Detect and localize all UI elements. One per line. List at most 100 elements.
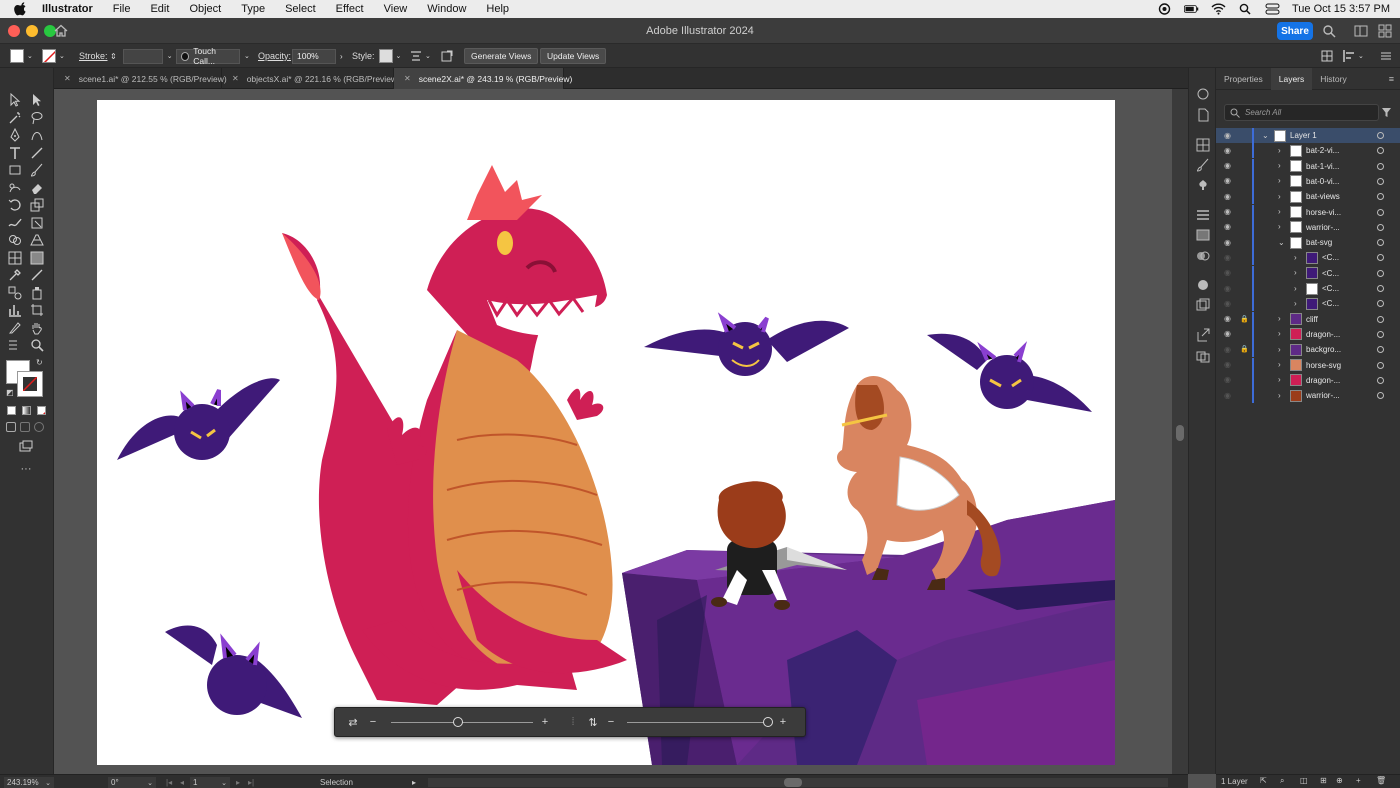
update-views-button[interactable]: Update Views (540, 48, 607, 64)
tab-layers[interactable]: Layers (1270, 67, 1313, 90)
rotate-tool-icon[interactable] (7, 197, 23, 213)
tab-scene2x[interactable]: ✕ scene2X.ai* @ 243.19 % (RGB/Preview) (394, 68, 572, 89)
lock-toggle[interactable] (1240, 299, 1248, 308)
expand-chevron-icon[interactable]: › (1278, 222, 1286, 232)
previous-artboard-button[interactable]: ◂ (180, 777, 184, 788)
visibility-eye-icon[interactable]: ◉ (1224, 238, 1234, 248)
fill-swatch[interactable] (10, 49, 24, 63)
draw-behind-icon[interactable] (20, 422, 30, 432)
target-circle-icon[interactable] (1377, 208, 1384, 216)
menu-select[interactable]: Select (285, 3, 316, 15)
lock-toggle[interactable] (1240, 269, 1248, 278)
menu-view[interactable]: View (384, 3, 408, 15)
lock-toggle[interactable] (1240, 131, 1248, 140)
zoom-dropdown-icon[interactable]: ⌄ (45, 779, 51, 787)
layer-row[interactable]: ◉ 🔒 › backgro... (1216, 342, 1400, 358)
edit-toolbar-icon[interactable] (7, 337, 23, 353)
layer-name[interactable]: horse-vi... (1306, 208, 1341, 217)
share-button[interactable]: Share (1277, 22, 1313, 40)
visibility-eye-icon[interactable]: ◉ (1224, 375, 1234, 385)
collapse-chevron-icon[interactable]: ⌄ (1262, 131, 1270, 141)
home-icon[interactable] (54, 24, 68, 38)
swap-views-icon[interactable]: ⇅ (587, 715, 599, 729)
draw-normal-icon[interactable] (6, 422, 16, 432)
artboards-icon[interactable] (1196, 349, 1210, 363)
layer-row[interactable]: ◉ › warrior-... (1216, 388, 1400, 404)
layer-name[interactable]: warrior-... (1306, 223, 1340, 232)
curvature-tool-icon[interactable] (29, 127, 45, 143)
expand-chevron-icon[interactable]: › (1294, 299, 1302, 309)
target-circle-icon[interactable] (1377, 269, 1384, 277)
lock-toggle[interactable] (1240, 238, 1248, 247)
status-menu-arrow[interactable]: ▸ (412, 777, 416, 788)
visibility-eye-icon[interactable]: ◉ (1224, 176, 1234, 186)
app-menu[interactable]: Illustrator (42, 3, 93, 15)
magic-wand-tool-icon[interactable] (7, 110, 23, 126)
bat-artwork-3[interactable] (927, 333, 1092, 412)
visibility-eye-icon[interactable]: ◉ (1224, 345, 1234, 355)
zoom-tool-icon[interactable] (29, 337, 45, 353)
last-artboard-button[interactable]: ▸| (248, 777, 254, 788)
lasso-tool-icon[interactable] (29, 110, 45, 126)
opacity-chevron-icon[interactable]: › (340, 52, 343, 61)
angle-slider-knob[interactable] (763, 717, 773, 727)
arrange-documents-icon[interactable] (1378, 24, 1392, 38)
layer-name[interactable]: bat-views (1306, 192, 1340, 201)
angle-slider-track[interactable] (627, 722, 767, 723)
battery-icon[interactable] (1183, 3, 1199, 15)
brush-dropdown-icon[interactable]: ⌄ (244, 52, 250, 60)
horizontal-scroll-thumb[interactable] (784, 778, 802, 787)
transparency-icon[interactable] (1196, 249, 1210, 263)
style-dropdown-icon[interactable]: ⌄ (396, 52, 402, 60)
artboard-dropdown-icon[interactable]: ⌄ (221, 779, 227, 787)
spotlight-search-icon[interactable] (1238, 3, 1253, 15)
layer-row[interactable]: ◉ › <C... (1216, 265, 1400, 281)
free-transform-tool-icon[interactable] (29, 215, 45, 231)
menu-window[interactable]: Window (427, 3, 466, 15)
visibility-eye-icon[interactable]: ◉ (1224, 253, 1234, 263)
visibility-eye-icon[interactable]: ◉ (1224, 268, 1234, 278)
eyedropper-tool-icon[interactable] (7, 267, 23, 283)
expand-chevron-icon[interactable]: › (1278, 345, 1286, 355)
layer-name[interactable]: bat-2-vi... (1306, 146, 1339, 155)
layer-row[interactable]: ◉ › dragon-... (1216, 326, 1400, 342)
target-circle-icon[interactable] (1377, 177, 1384, 185)
lock-toggle[interactable] (1240, 177, 1248, 186)
opacity-label[interactable]: Opacity: (258, 51, 291, 61)
more-tools-icon[interactable]: ··· (18, 461, 34, 477)
layer-name[interactable]: <C... (1322, 269, 1339, 278)
visibility-eye-icon[interactable]: ◉ (1224, 146, 1234, 156)
brush-definition-dropdown[interactable]: Touch Call... (176, 46, 240, 66)
delete-layer-icon[interactable]: 🗑 (1376, 776, 1386, 785)
menu-help[interactable]: Help (486, 3, 509, 15)
screen-mode-icon[interactable] (18, 439, 34, 455)
expand-chevron-icon[interactable]: › (1278, 360, 1286, 370)
stroke-label[interactable]: Stroke: (79, 51, 108, 61)
visibility-eye-icon[interactable]: ◉ (1224, 360, 1234, 370)
line-segment-tool-icon[interactable] (29, 145, 45, 161)
lock-toggle[interactable] (1240, 376, 1248, 385)
stroke-weight-field[interactable] (122, 48, 163, 64)
target-circle-icon[interactable] (1377, 285, 1384, 292)
layer-row[interactable]: ◉ › warrior-... (1216, 219, 1400, 235)
gradient-button[interactable] (22, 406, 31, 415)
lock-toggle[interactable] (1240, 192, 1248, 201)
next-artboard-button[interactable]: ▸ (236, 777, 240, 788)
shape-builder-tool-icon[interactable] (7, 232, 23, 248)
default-fill-stroke-icon[interactable]: ◩ (6, 388, 14, 397)
expand-chevron-icon[interactable]: › (1294, 268, 1302, 278)
control-center-icon[interactable] (1265, 3, 1280, 15)
zoom-level-field[interactable]: 243.19% ⌄ (4, 777, 54, 788)
stroke-color-box[interactable] (17, 371, 43, 397)
scroll-thumb[interactable] (1176, 425, 1184, 441)
search-icon[interactable] (1322, 24, 1336, 38)
align-panel-icon[interactable] (1342, 49, 1356, 63)
visibility-eye-icon[interactable]: ◉ (1224, 314, 1234, 324)
appearance-icon[interactable] (1196, 278, 1210, 292)
gradient-tool-icon[interactable] (29, 250, 45, 266)
create-sublayer-icon[interactable]: ⊞ (1320, 776, 1327, 785)
lock-toggle[interactable] (1240, 162, 1248, 171)
close-tab-icon[interactable]: ✕ (404, 74, 411, 83)
taskbar-settings-icon[interactable]: ⇄ (347, 715, 359, 729)
target-circle-icon[interactable] (1377, 193, 1384, 201)
